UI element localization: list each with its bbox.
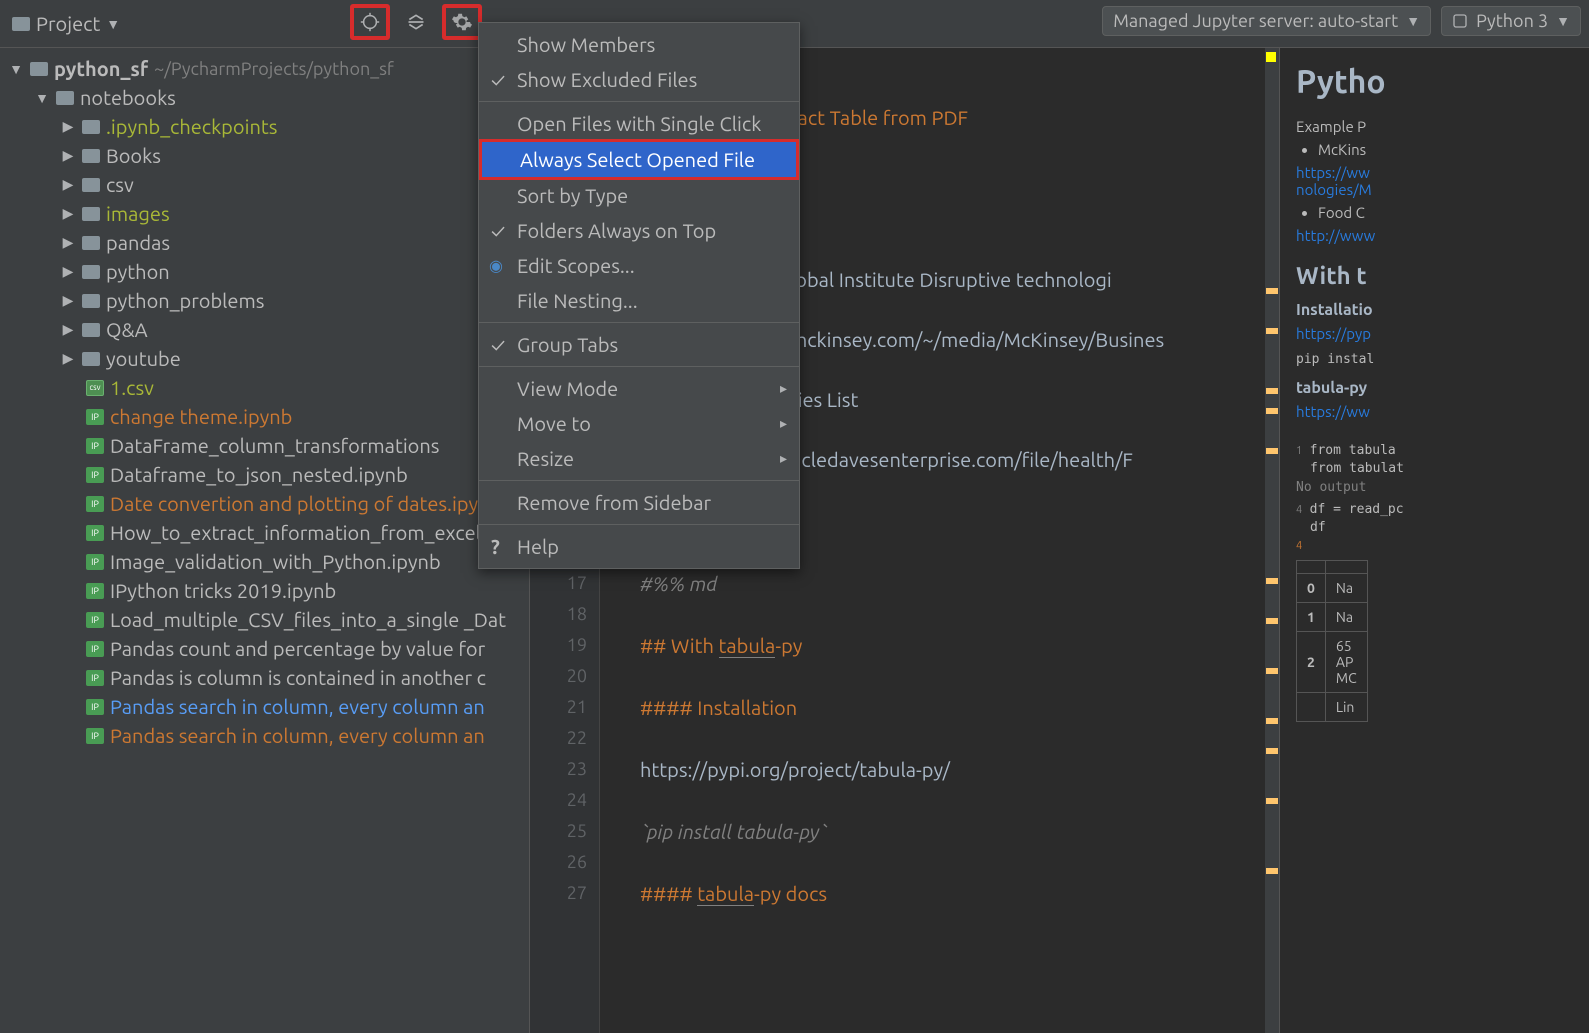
tree-file[interactable]: IPHow_to_extract_information_from_excel_… [0,518,529,547]
menu-remove-sidebar[interactable]: Remove from Sidebar [479,485,799,520]
folder-icon [12,17,30,31]
ipynb-file-icon: IP [86,699,104,715]
line-gutter: 1718192021222324252627 [530,558,600,1033]
code-content[interactable]: #%% md ## With tabula-py #### Installati… [600,558,1265,1033]
tree-file[interactable]: IPImage_validation_with_Python.ipynb [0,547,529,576]
folder-icon [82,120,100,134]
menu-help[interactable]: Help [479,529,799,564]
chevron-down-icon: ▼ [1406,13,1420,29]
chevron-right-icon[interactable]: ▶ [60,321,76,338]
tree-file[interactable]: IPPandas search in column, every column … [0,692,529,721]
tree-file[interactable]: IPPandas count and percentage by value f… [0,634,529,663]
menu-file-nesting[interactable]: File Nesting... [479,283,799,318]
chevron-right-icon[interactable]: ▶ [60,118,76,135]
menu-sort-by-type[interactable]: Sort by Type [479,178,799,213]
locate-button[interactable] [350,4,390,40]
menu-group-tabs[interactable]: Group Tabs [479,327,799,362]
preview-link[interactable]: http://www [1296,227,1375,244]
chevron-down-icon[interactable]: ▼ [8,61,24,77]
jupyter-server-selector[interactable]: Managed Jupyter server: auto-start ▼ [1102,6,1431,36]
collapse-button[interactable] [396,4,436,40]
menu-move-to[interactable]: Move to [479,406,799,441]
menu-always-select-opened[interactable]: Always Select Opened File [479,139,799,180]
tree-folder[interactable]: ▶images [0,199,529,228]
folder-icon [82,207,100,221]
tree-file[interactable]: IPDate convertion and plotting of dates.… [0,489,529,518]
preview-table: 0Na 1Na 265APMC Lin [1296,560,1368,722]
tree-folder[interactable]: ▶pandas [0,228,529,257]
project-view-options-menu: Show Members Show Excluded Files Open Fi… [478,22,800,569]
ipynb-file-icon: IP [86,438,104,454]
chevron-right-icon[interactable]: ▶ [60,234,76,251]
menu-folders-on-top[interactable]: Folders Always on Top [479,213,799,248]
ipynb-file-icon: IP [86,728,104,744]
ipynb-file-icon: IP [86,641,104,657]
csv-file-icon: csv [86,380,104,396]
folder-icon [82,352,100,366]
ipynb-file-icon: IP [86,554,104,570]
tree-folder[interactable]: ▶csv [0,170,529,199]
ipynb-file-icon: IP [86,612,104,628]
project-label: Project [36,12,100,35]
ipynb-file-icon: IP [86,409,104,425]
tree-file[interactable]: IPDataFrame_column_transformations [0,431,529,460]
ipynb-file-icon: IP [86,467,104,483]
preview-title: Pytho [1296,64,1573,100]
menu-edit-scopes[interactable]: Edit Scopes... [479,248,799,283]
tree-file[interactable]: IPchange theme.ipynb [0,402,529,431]
settings-button[interactable] [442,4,482,40]
chevron-down-icon: ▼ [106,16,120,32]
tree-file[interactable]: IPIPython tricks 2019.ipynb [0,576,529,605]
chevron-right-icon[interactable]: ▶ [60,292,76,309]
tree-folder[interactable]: ▶.ipynb_checkpoints [0,112,529,141]
tree-folder[interactable]: ▶python_problems [0,286,529,315]
tree-folder[interactable]: ▶Books [0,141,529,170]
project-selector[interactable]: Project ▼ [8,8,124,39]
preview-link[interactable]: https://pyp [1296,325,1371,342]
preview-link[interactable]: https://wwnologies/M [1296,164,1372,198]
tree-file[interactable]: csv1.csv [0,373,529,402]
preview-pane: Pytho Example P McKins https://wwnologie… [1279,48,1589,1033]
tree-file[interactable]: IPPandas search in column, every column … [0,721,529,750]
ipynb-file-icon: IP [86,496,104,512]
chevron-down-icon[interactable]: ▼ [34,90,50,106]
tree-file[interactable]: IPLoad_multiple_CSV_files_into_a_single … [0,605,529,634]
menu-show-excluded[interactable]: Show Excluded Files [479,62,799,97]
folder-icon [56,91,74,105]
tree-folder-notebooks[interactable]: ▼ notebooks [0,83,529,112]
ipynb-file-icon: IP [86,525,104,541]
folder-icon [82,149,100,163]
menu-show-members[interactable]: Show Members [479,27,799,62]
folder-icon [82,178,100,192]
chevron-right-icon[interactable]: ▶ [60,176,76,193]
chevron-right-icon[interactable]: ▶ [60,350,76,367]
tree-folder[interactable]: ▶youtube [0,344,529,373]
project-tree: ▼ python_sf ~/PycharmProjects/python_sf … [0,48,530,1033]
preview-link[interactable]: https://ww [1296,403,1370,420]
ipynb-file-icon: IP [86,670,104,686]
chevron-right-icon[interactable]: ▶ [60,147,76,164]
tree-file[interactable]: IPPandas is column is contained in anoth… [0,663,529,692]
error-stripe[interactable] [1265,48,1279,1033]
folder-icon [82,323,100,337]
python-interpreter-selector[interactable]: Python 3 ▼ [1441,6,1581,36]
folder-icon [82,236,100,250]
chevron-down-icon: ▼ [1556,13,1570,29]
chevron-right-icon[interactable]: ▶ [60,263,76,280]
folder-icon [82,265,100,279]
ipynb-file-icon: IP [86,583,104,599]
menu-resize[interactable]: Resize [479,441,799,476]
tree-root[interactable]: ▼ python_sf ~/PycharmProjects/python_sf [0,54,529,83]
menu-view-mode[interactable]: View Mode [479,371,799,406]
tree-folder[interactable]: ▶python [0,257,529,286]
menu-open-single-click[interactable]: Open Files with Single Click [479,106,799,141]
tree-file[interactable]: IPDataframe_to_json_nested.ipynb [0,460,529,489]
tree-folder[interactable]: ▶Q&A [0,315,529,344]
folder-icon [82,294,100,308]
chevron-right-icon[interactable]: ▶ [60,205,76,222]
folder-icon [30,62,48,76]
